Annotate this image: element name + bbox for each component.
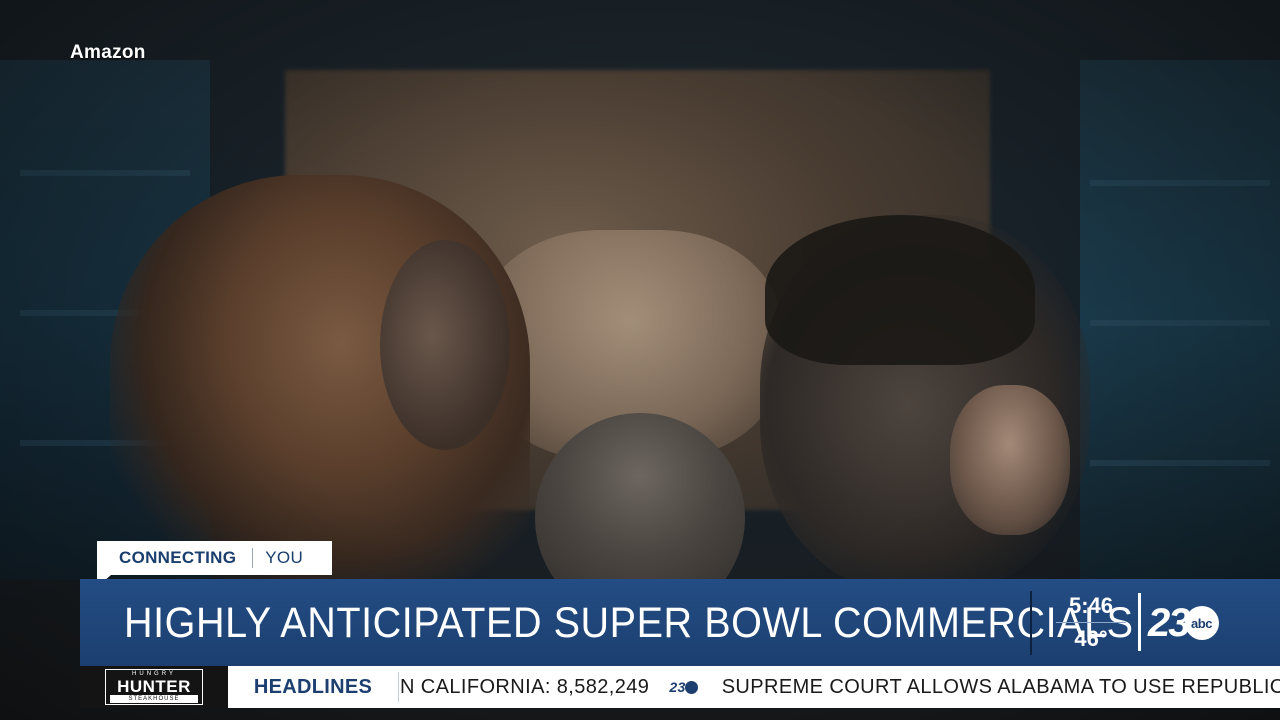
sponsor-logo-main: HUNTER bbox=[117, 677, 191, 696]
news-ticker: HUNGRY HUNTER STEAKHOUSE HEADLINES N CAL… bbox=[80, 666, 1280, 708]
ticker-separator-logo-icon: 23 bbox=[669, 679, 698, 695]
ticker-separator-badge-icon bbox=[684, 680, 698, 694]
headline-bar: HIGHLY ANTICIPATED SUPER BOWL COMMERCIAL… bbox=[80, 579, 1280, 666]
station-number: 23 bbox=[1148, 601, 1190, 645]
source-credit: Amazon bbox=[70, 42, 146, 63]
sponsor-logo: HUNGRY HUNTER STEAKHOUSE bbox=[105, 669, 203, 705]
ticker-crawl: N CALIFORNIA: 8,582,249 23 SUPREME COURT… bbox=[400, 666, 1280, 708]
segment-tag-secondary: YOU bbox=[265, 548, 304, 567]
clock-time: 5:46 bbox=[1068, 593, 1114, 618]
station-logo: 23 abc bbox=[1148, 601, 1248, 645]
ticker-separator-number: 23 bbox=[669, 679, 686, 695]
segment-tag-primary: CONNECTING bbox=[119, 548, 237, 567]
ticker-item: N CALIFORNIA: 8,582,249 bbox=[400, 675, 650, 698]
time-temperature-block: 5:46 46° bbox=[1050, 593, 1132, 652]
temperature: 46° bbox=[1074, 626, 1108, 651]
logo-divider bbox=[1138, 593, 1141, 651]
sponsor-logo-bottom: STEAKHOUSE bbox=[110, 695, 198, 703]
abc-logo-icon: abc bbox=[1184, 606, 1219, 640]
headline-divider bbox=[1030, 591, 1032, 655]
segment-tag: CONNECTING YOU bbox=[97, 541, 332, 575]
ticker-item: SUPREME COURT ALLOWS ALABAMA TO USE REPU… bbox=[721, 675, 1280, 698]
ticker-track: N CALIFORNIA: 8,582,249 23 SUPREME COURT… bbox=[400, 666, 1280, 708]
time-rule bbox=[1056, 622, 1126, 623]
headline-text: HIGHLY ANTICIPATED SUPER BOWL COMMERCIAL… bbox=[124, 599, 1134, 647]
ticker-label: HEADLINES bbox=[253, 675, 373, 698]
ticker-divider bbox=[398, 672, 399, 702]
segment-tag-divider bbox=[252, 548, 254, 568]
broadcast-frame: Amazon CONNECTING YOU HIGHLY ANTICIPATED… bbox=[0, 0, 1280, 720]
sponsor-box: HUNGRY HUNTER STEAKHOUSE bbox=[80, 666, 228, 708]
